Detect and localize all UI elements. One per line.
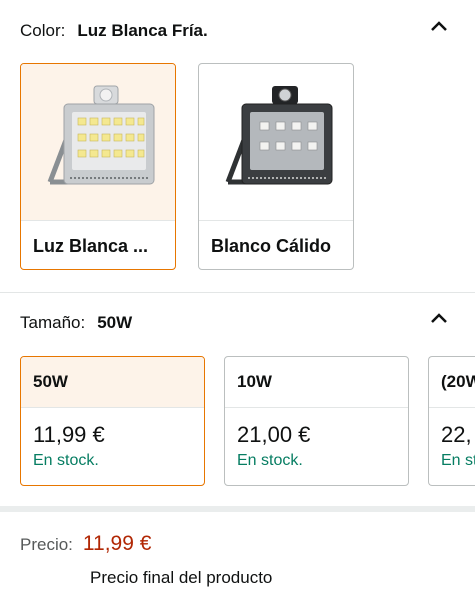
color-selected-value: Luz Blanca Fría. — [77, 21, 208, 40]
floodlight-white-icon — [21, 64, 175, 220]
size-option-10w[interactable]: 10W 21,00 € En stock. — [224, 356, 409, 486]
color-option-warm[interactable]: Blanco Cálido — [198, 63, 354, 270]
floodlight-dark-icon — [199, 64, 353, 220]
size-option-50w[interactable]: 50W 11,99 € En stock. — [20, 356, 205, 486]
price-label: Precio: — [20, 535, 73, 554]
price-value: 11,99 € — [82, 532, 152, 555]
price-row: Precio: 11,99 € — [20, 532, 151, 556]
color-label: Color: — [20, 21, 66, 40]
size-option-stock: En stock. — [33, 452, 99, 469]
size-header[interactable]: Tamaño: 50W — [20, 308, 455, 338]
price-note: Precio final del producto — [90, 568, 273, 587]
color-option-white[interactable]: Luz Blanca ... — [20, 63, 176, 270]
size-option-name: (20W — [429, 357, 475, 408]
size-option-stock: En st — [441, 452, 475, 469]
section-divider — [0, 292, 475, 293]
color-option-warm-label: Blanco Cálido — [199, 220, 353, 269]
size-option-name: 10W — [225, 357, 408, 408]
size-option-stock: En stock. — [237, 452, 303, 469]
section-separator — [0, 506, 475, 512]
chevron-up-icon[interactable] — [429, 18, 449, 34]
size-option-20w[interactable]: (20W 22, En st — [428, 356, 475, 486]
size-option-price: 21,00 € — [237, 422, 311, 447]
chevron-up-icon[interactable] — [429, 310, 449, 326]
size-option-price: 11,99 € — [33, 422, 105, 447]
color-option-white-label: Luz Blanca ... — [21, 220, 175, 269]
size-option-price: 22, — [441, 422, 472, 447]
size-option-name: 50W — [21, 357, 204, 408]
size-selected-value: 50W — [97, 313, 133, 332]
color-header[interactable]: Color: Luz Blanca Fría. — [20, 16, 455, 46]
size-label: Tamaño: — [20, 313, 86, 332]
